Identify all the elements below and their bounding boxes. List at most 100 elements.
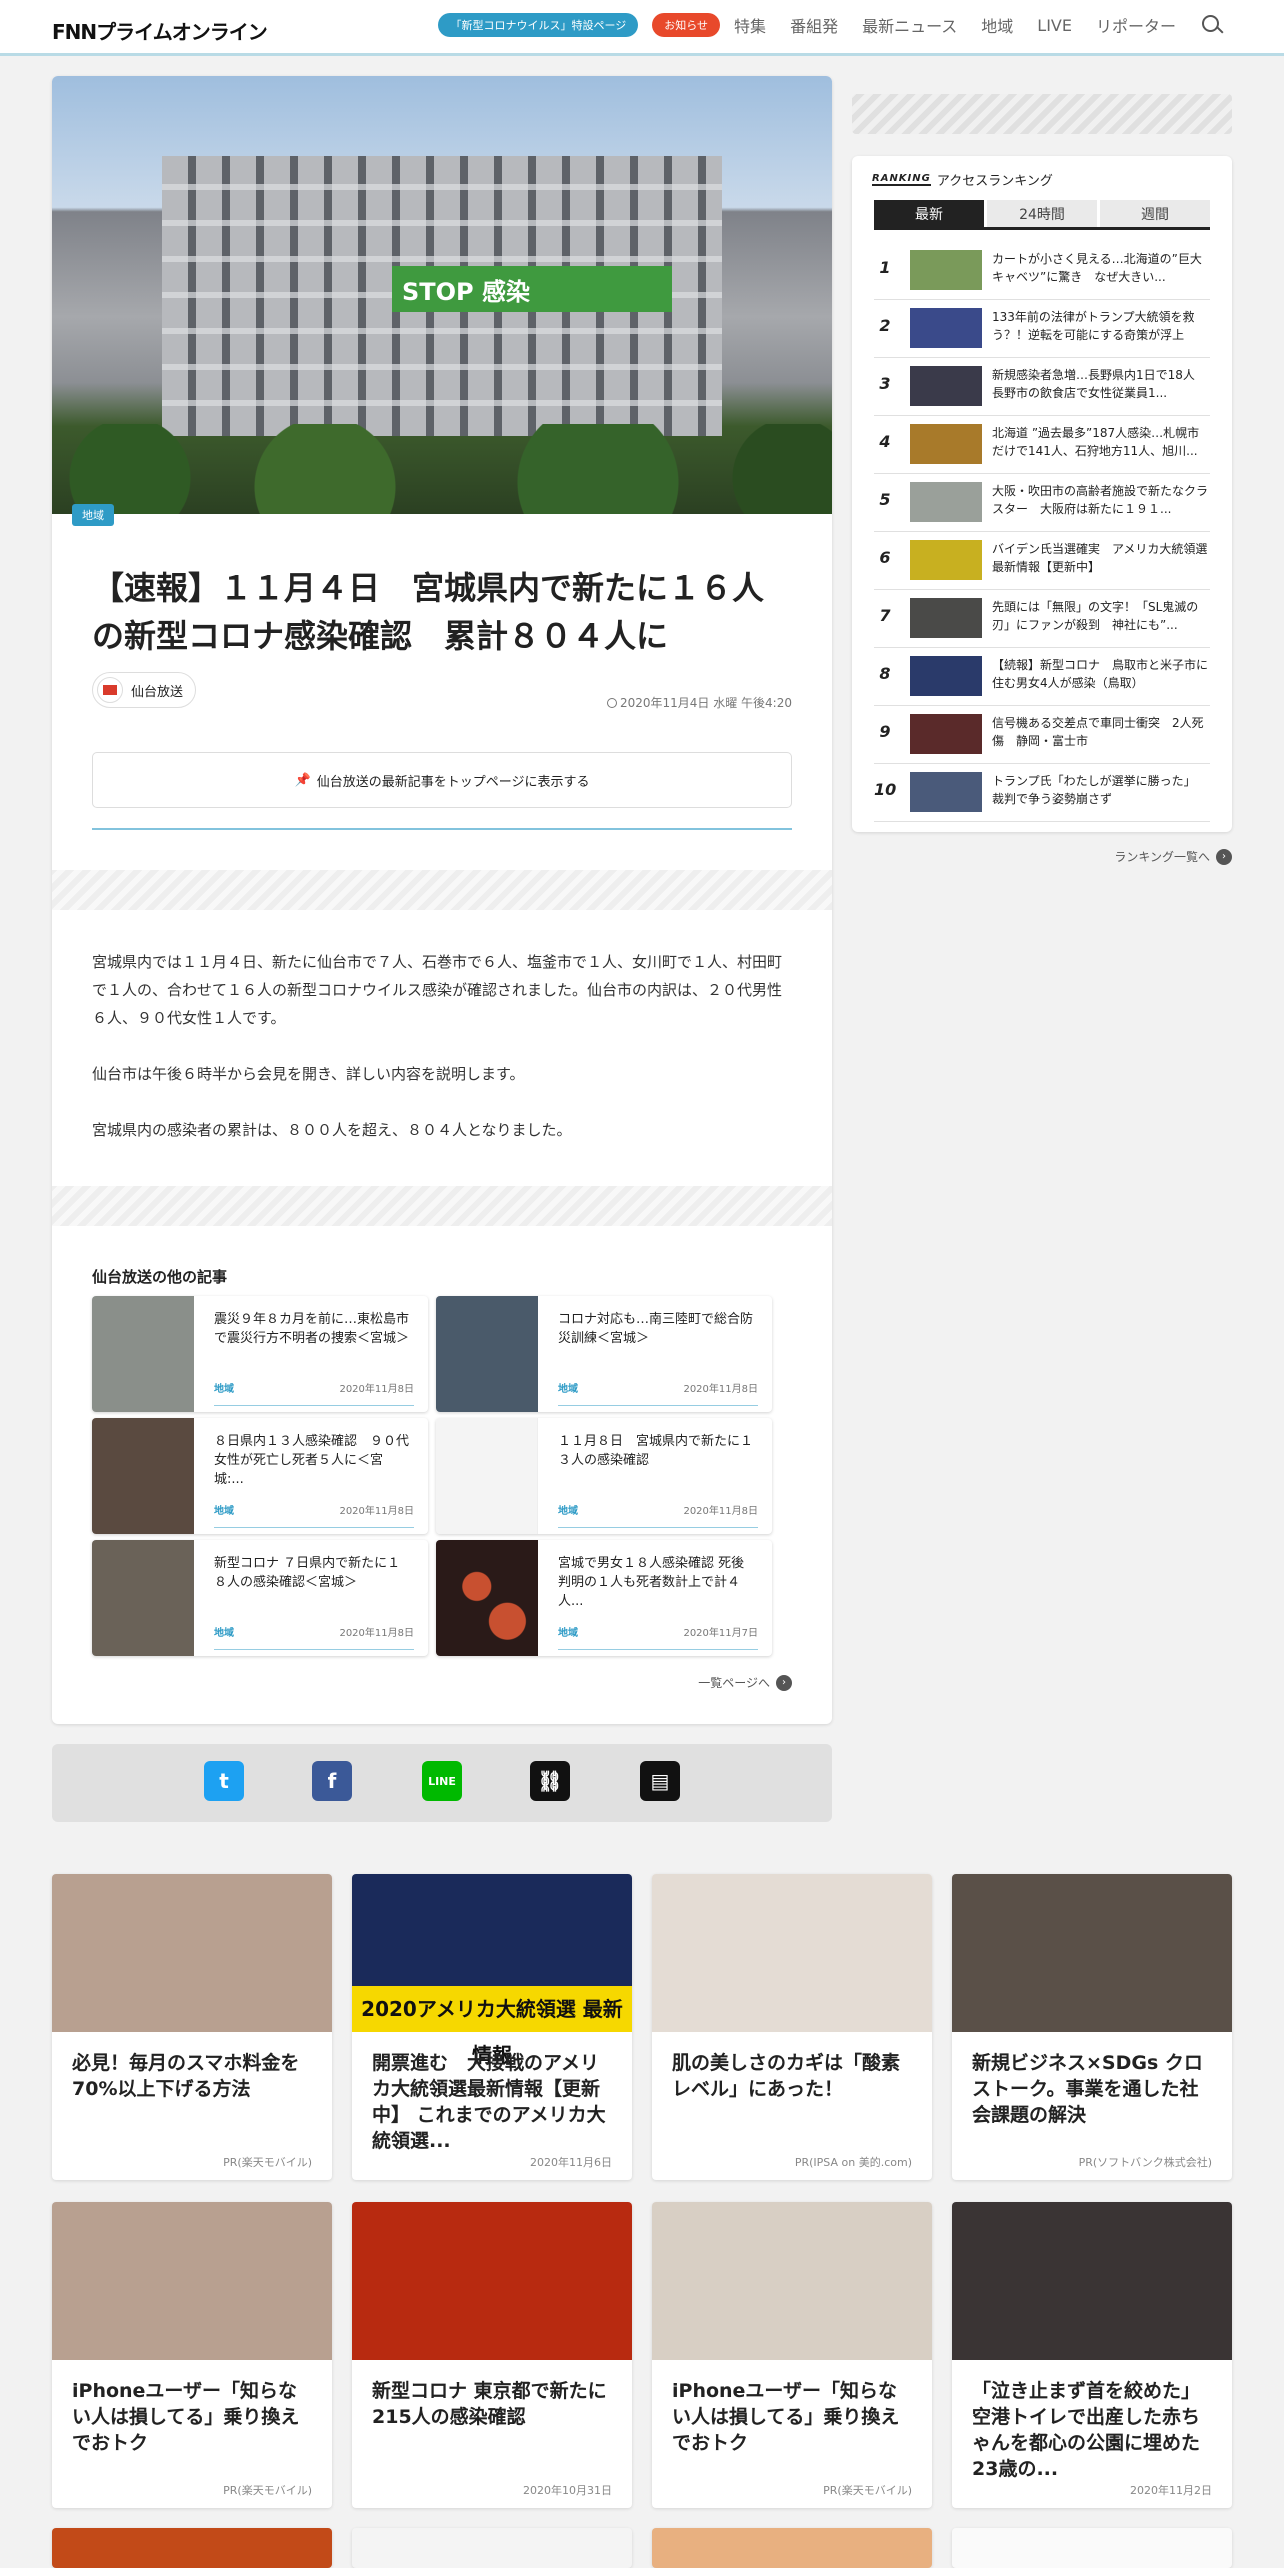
other-article-card[interactable]: 宮城で男女１８人感染確認 死後判明の１人も死者数計上で計４人... 地域 202… [436,1540,772,1656]
rank-number: 10 [874,780,897,799]
stripe-divider [52,1186,832,1226]
other-article-card[interactable]: コロナ対応も…南三陸町で総合防災訓練＜宮城＞ 地域 2020年11月8日 [436,1296,772,1412]
rank-number: 9 [879,722,891,741]
article-title: 【速報】１１月４日 宮城県内で新たに１６人の新型コロナ感染確認 累計８０４人に [92,569,765,655]
promo-meta: PR(楽天モバイル) [223,2156,312,2169]
link-icon[interactable]: ⛓ [530,1761,570,1801]
tab-weekly[interactable]: 週間 [1100,200,1210,227]
corona-special-pill[interactable]: 「新型コロナウイルス」特設ページ [438,13,639,37]
pin-to-top-button[interactable]: 📌 仙台放送の最新記事をトップページに表示する [92,752,792,808]
nav-item-region[interactable]: 地域 [981,13,1013,37]
ranking-tabs: 最新 24時間 週間 [874,200,1210,230]
ranking-thumbnail [910,424,982,464]
promo-band: 2020アメリカ大統領選 最新情報 [352,1986,632,2067]
other-article-card[interactable]: ８日県内１３人感染確認 ９０代女性が死亡し死者５人に＜宮城:... 地域 202… [92,1418,428,1534]
source-chip[interactable]: 仙台放送 [92,672,197,708]
nav-item-feature[interactable]: 特集 [734,13,766,37]
promo-card-partial[interactable] [952,2528,1232,2568]
ranking-item[interactable]: 4 北海道 ”過去最多”187人感染…札幌市だけで141人、石狩地方11人、旭川.… [874,416,1210,474]
ranking-thumbnail [910,598,982,638]
promo-title: 「泣き止まず首を絞めた」空港トイレで出産した赤ちゃんを都心の公園に埋めた23歳の… [972,2380,1201,2480]
notice-pill[interactable]: お知らせ [652,13,721,37]
thumbnail [92,1540,194,1656]
other-article-title: コロナ対応も…南三陸町で総合防災訓練＜宮城＞ [558,1312,754,1346]
promo-title: iPhoneユーザー「知らない人は損してる」乗り換えでおトク [72,2380,300,2454]
tab-24h[interactable]: 24時間 [987,200,1097,227]
nav-item-reporter[interactable]: リポーター [1096,13,1176,37]
thumbnail [436,1418,538,1534]
site-logo[interactable]: FNNプライムオンライン [52,16,268,45]
facebook-icon[interactable]: f [312,1761,352,1801]
ranking-item[interactable]: 8 【続報】新型コロナ 鳥取市と米子市に住む男女4人が感染（鳥取） [874,648,1210,706]
tab-latest[interactable]: 最新 [874,200,984,227]
ranking-item[interactable]: 7 先頭には「無限」の文字！「SL鬼滅の刃」にファンが殺到 神社にも”... [874,590,1210,648]
ranking-item[interactable]: 2 133年前の法律がトランプ大統領を救う？！逆転を可能にする奇策が浮上 [874,300,1210,358]
line-icon[interactable]: LINE [422,1761,462,1801]
rank-number: 4 [879,432,891,451]
ranking-header: RANKING アクセスランキング [872,170,1053,189]
site-header: FNNプライムオンライン 「新型コロナウイルス」特設ページ お知らせ 特集 番組… [0,0,1284,56]
ranking-more-link[interactable]: ランキング一覧へ › [1114,848,1232,865]
trees-illustration [52,424,832,514]
promo-card[interactable]: 新規ビジネス×SDGs クロストーク。事業を通した社会課題の解決 PR(ソフトバン… [952,1874,1232,2180]
other-article-date: 2020年11月8日 [339,1384,414,1395]
promo-image [952,2202,1232,2360]
ranking-item[interactable]: 10 トランプ氏「わたしが選挙に勝った」 裁判で争う姿勢崩さず [874,764,1210,822]
ranking-panel: RANKING アクセスランキング 最新 24時間 週間 1 カートが小さく見える… [852,156,1232,832]
category-badge[interactable]: 地域 [72,504,114,526]
list-page-link[interactable]: 一覧ページへ › [698,1674,792,1691]
promo-card[interactable]: iPhoneユーザー「知らない人は損してる」乗り換えでおトク PR(楽天モバイル) [652,2202,932,2508]
promo-image [52,2202,332,2360]
promo-title: 開票進む 大接戦のアメリカ大統領選最新情報【更新中】 これまでのアメリカ大統領選… [372,2052,606,2152]
promo-card[interactable]: 「泣き止まず首を絞めた」空港トイレで出産した赤ちゃんを都心の公園に埋めた23歳の… [952,2202,1232,2508]
promo-card-partial[interactable] [352,2528,632,2568]
paragraph: 宮城県内では１１月４日、新たに仙台市で７人、石巻市で６人、塩釜市で１人、女川町で… [92,953,783,1027]
nav-item-programs[interactable]: 番組発 [790,13,838,37]
other-article-card[interactable]: １１月８日 宮城県内で新たに１３人の感染確認 地域 2020年11月8日 [436,1418,772,1534]
ranking-item[interactable]: 6 バイデン氏当選確実 アメリカ大統領選最新情報【更新中】 [874,532,1210,590]
ranking-title: 信号機ある交差点で車同士衝突 2人死傷 静岡・富士市 [992,716,1204,748]
nav-item-live[interactable]: LIVE [1037,16,1072,35]
promo-card[interactable]: 必見！毎月のスマホ料金を70%以上下げる方法 PR(楽天モバイル) [52,1874,332,2180]
stripe-divider [52,870,832,910]
divider [92,828,792,830]
hero-image: STOP 感染 [52,76,832,514]
other-article-date: 2020年11月8日 [683,1384,758,1395]
promo-title: 新型コロナ 東京都で新たに215人の感染確認 [372,2380,607,2428]
other-article-title: 新型コロナ ７日県内で新たに１８人の感染確認＜宮城＞ [214,1556,401,1590]
ranking-title: 新規感染者急増…長野県内1日で18人 長野市の飲食店で女性従業員1... [992,368,1207,400]
promo-card[interactable]: 肌の美しさのカギは「酸素レベル」にあった！ PR(IPSA on 美的.com) [652,1874,932,2180]
promo-title: 肌の美しさのカギは「酸素レベル」にあった！ [672,2052,901,2100]
other-article-card[interactable]: 新型コロナ ７日県内で新たに１８人の感染確認＜宮城＞ 地域 2020年11月8日 [92,1540,428,1656]
promo-card[interactable]: 2020アメリカ大統領選 最新情報 開票進む 大接戦のアメリカ大統領選最新情報【更… [352,1874,632,2180]
promo-card[interactable]: iPhoneユーザー「知らない人は損してる」乗り換えでおトク PR(楽天モバイル) [52,2202,332,2508]
ranking-thumbnail [910,656,982,696]
rank-number: 7 [879,606,891,625]
underline [214,1527,414,1528]
clock-icon [606,698,617,708]
ranking-item[interactable]: 5 大阪・吹田市の高齢者施設で新たなクラスター 大阪府は新たに１９１... [874,474,1210,532]
other-article-category: 地域 [558,1384,578,1395]
promo-card-partial[interactable] [52,2528,332,2568]
ranking-item[interactable]: 3 新規感染者急増…長野県内1日で18人 長野市の飲食店で女性従業員1... [874,358,1210,416]
other-article-category: 地域 [214,1506,234,1517]
ranking-brand: RANKING [872,173,931,186]
nav-item-latest[interactable]: 最新ニュース [862,13,957,37]
thumbnail [436,1296,538,1412]
promo-title: iPhoneユーザー「知らない人は損してる」乗り換えでおトク [672,2380,900,2454]
rank-number: 8 [879,664,891,683]
share-bar: t f LINE ⛓ ▤ [52,1744,832,1822]
comment-icon[interactable]: ▤ [640,1761,680,1801]
paragraph: 宮城県内の感染者の累計は、８００人を超え、８０４人となりました。 [92,1121,572,1139]
ranking-thumbnail [910,714,982,754]
twitter-icon[interactable]: t [204,1761,244,1801]
ranking-item[interactable]: 9 信号機ある交差点で車同士衝突 2人死傷 静岡・富士市 [874,706,1210,764]
promo-card-partial[interactable] [652,2528,932,2568]
promo-card[interactable]: 新型コロナ 東京都で新たに215人の感染確認 2020年10月31日 [352,2202,632,2508]
ranking-item[interactable]: 1 カートが小さく見える…北海道の”巨大キャベツ”に驚き なぜ大きい... [874,242,1210,300]
thumbnail [436,1540,538,1656]
rank-number: 3 [879,374,891,393]
search-icon[interactable] [1200,13,1224,37]
other-article-card[interactable]: 震災９年８カ月を前に…東松島市で震災行方不明者の捜索＜宮城＞ 地域 2020年1… [92,1296,428,1412]
underline [558,1649,758,1650]
